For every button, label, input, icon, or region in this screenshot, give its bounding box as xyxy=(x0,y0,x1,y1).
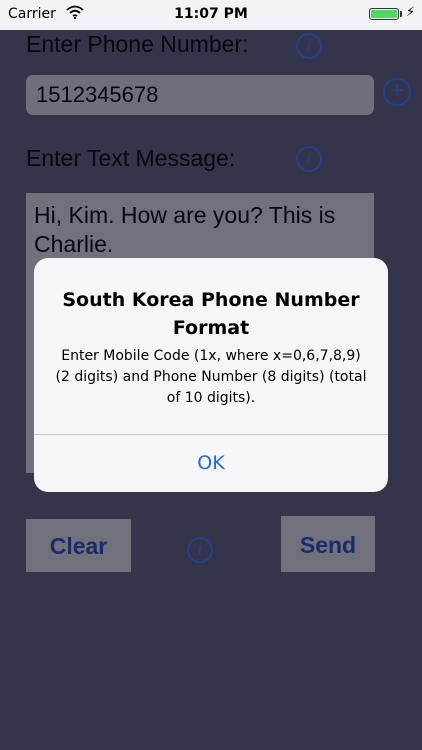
battery-tip xyxy=(400,11,402,17)
battery-icon xyxy=(369,8,399,20)
alert-dialog: South Korea Phone Number Format Enter Mo… xyxy=(34,258,388,492)
status-bar: Carrier 11:07 PM ⚡ xyxy=(0,0,422,30)
alert-ok-button[interactable]: OK xyxy=(34,435,388,492)
charging-bolt-icon: ⚡ xyxy=(406,5,416,20)
status-time: 11:07 PM xyxy=(174,6,248,22)
alert-message: Enter Mobile Code (1x, where x=0,6,7,8,9… xyxy=(55,348,367,406)
battery-level-fill xyxy=(371,10,397,18)
alert-title: South Korea Phone Number Format xyxy=(62,289,360,339)
